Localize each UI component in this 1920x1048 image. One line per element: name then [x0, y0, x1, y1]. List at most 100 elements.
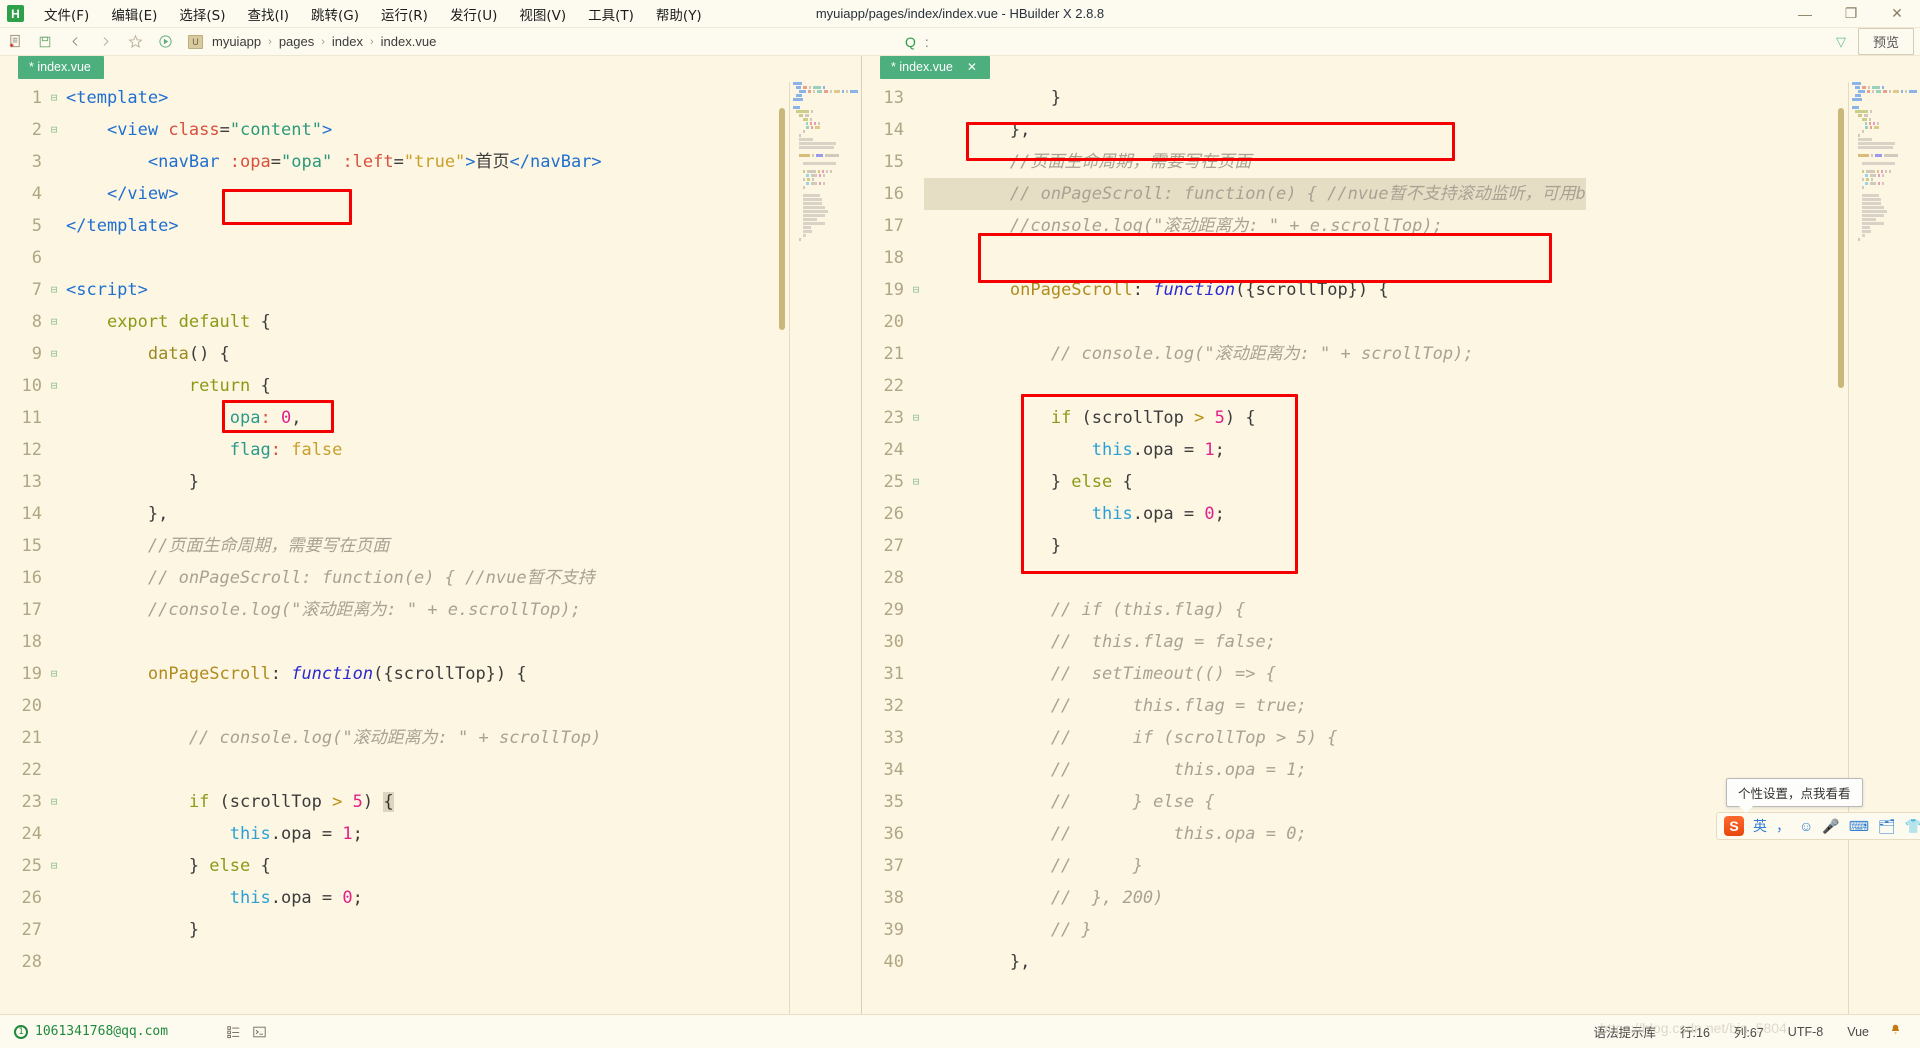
code-line[interactable]: 11 opa: 0, — [0, 402, 861, 434]
code-line[interactable]: 24 this.opa = 1; — [862, 434, 1920, 466]
syntax-library-cell[interactable]: 语法提示库 — [1582, 1020, 1669, 1043]
notification-bell-icon[interactable] — [1881, 1023, 1910, 1040]
menu-find[interactable]: 查找(I) — [237, 0, 301, 28]
code-line[interactable]: 18 — [0, 626, 861, 658]
code-line[interactable]: 31 // setTimeout(() => { — [862, 658, 1920, 690]
fold-toggle-icon[interactable]: ⊟ — [46, 306, 62, 338]
breadcrumb-item-2[interactable]: index — [329, 33, 366, 50]
filter-icon[interactable]: ▽ — [1830, 32, 1852, 52]
fold-toggle-icon[interactable]: ⊟ — [46, 274, 62, 306]
code-line[interactable]: 38 // }, 200) — [862, 882, 1920, 914]
new-file-icon[interactable] — [0, 29, 30, 55]
code-line[interactable]: 20 — [862, 306, 1920, 338]
sogou-logo-icon[interactable]: S — [1724, 816, 1744, 836]
fold-toggle-icon[interactable]: ⊟ — [46, 370, 62, 402]
code-line[interactable]: 14 }, — [862, 114, 1920, 146]
language-indicator[interactable]: Vue — [1835, 1023, 1881, 1041]
code-line[interactable]: 19 ⊟ onPageScroll: function({scrollTop}) … — [862, 274, 1920, 306]
tab-index-vue-right[interactable]: * index.vue ✕ — [880, 56, 990, 79]
code-line[interactable]: 18 — [862, 242, 1920, 274]
back-icon[interactable] — [60, 29, 90, 55]
search-icon[interactable]: Q — [905, 34, 916, 50]
run-icon[interactable] — [150, 29, 180, 55]
code-line[interactable]: 13 } — [862, 82, 1920, 114]
code-line[interactable]: 27 } — [862, 530, 1920, 562]
fold-toggle-icon[interactable]: ⊟ — [46, 82, 62, 114]
fold-toggle-icon[interactable]: ⊟ — [46, 658, 62, 690]
fold-toggle-icon[interactable]: ⊟ — [908, 402, 924, 434]
menu-help[interactable]: 帮助(Y) — [645, 0, 713, 28]
menu-edit[interactable]: 编辑(E) — [100, 0, 168, 28]
code-line[interactable]: 22 — [0, 754, 861, 786]
code-line[interactable]: 15 //页面生命周期，需要写在页面 — [862, 146, 1920, 178]
tab-close-icon[interactable]: ✕ — [967, 60, 977, 74]
code-line[interactable]: 14 }, — [0, 498, 861, 530]
code-line[interactable]: 23 ⊟ if (scrollTop > 5) { — [0, 786, 861, 818]
breadcrumb-item-0[interactable]: myuiapp — [209, 33, 264, 50]
code-line[interactable]: 23 ⊟ if (scrollTop > 5) { — [862, 402, 1920, 434]
code-line[interactable]: 39 // } — [862, 914, 1920, 946]
code-line[interactable]: 33 // if (scrollTop > 5) { — [862, 722, 1920, 754]
code-line[interactable]: 4 </view> — [0, 178, 861, 210]
menu-run[interactable]: 运行(R) — [370, 0, 439, 28]
code-line[interactable]: 22 — [862, 370, 1920, 402]
menu-select[interactable]: 选择(S) — [168, 0, 236, 28]
code-line[interactable]: 28 — [862, 562, 1920, 594]
code-line[interactable]: 37 // } — [862, 850, 1920, 882]
fold-toggle-icon[interactable]: ⊟ — [908, 274, 924, 306]
minimap-right[interactable] — [1848, 82, 1920, 1014]
encoding-indicator[interactable]: UTF-8 — [1776, 1023, 1835, 1041]
ime-tooltip[interactable]: 个性设置，点我看看 — [1726, 778, 1863, 813]
code-line[interactable]: 17 //console.log("滚动距离为: " + e.scrollTop… — [862, 210, 1920, 242]
code-line[interactable]: 13 } — [0, 466, 861, 498]
ime-emoji-icon[interactable]: ☺ — [1799, 818, 1813, 834]
code-line[interactable]: 30 // this.flag = false; — [862, 626, 1920, 658]
breadcrumb-item-3[interactable]: index.vue — [378, 33, 440, 50]
code-line[interactable]: 20 — [0, 690, 861, 722]
code-line[interactable]: 5 </template> — [0, 210, 861, 242]
menu-file[interactable]: 文件(F) — [33, 0, 100, 28]
code-line[interactable]: 27 } — [0, 914, 861, 946]
code-line[interactable]: 32 // this.flag = true; — [862, 690, 1920, 722]
menu-tools[interactable]: 工具(T) — [577, 0, 645, 28]
code-line[interactable]: 28 — [0, 946, 861, 978]
code-line[interactable]: 25 ⊟ } else { — [0, 850, 861, 882]
menu-goto[interactable]: 跳转(G) — [300, 0, 370, 28]
fold-toggle-icon[interactable]: ⊟ — [46, 850, 62, 882]
forward-icon[interactable] — [90, 29, 120, 55]
tab-index-vue-left[interactable]: * index.vue — [18, 56, 104, 79]
fold-toggle-icon[interactable]: ⊟ — [46, 786, 62, 818]
preview-button[interactable]: 预览 — [1857, 28, 1914, 55]
column-indicator[interactable]: 列:67 — [1722, 1020, 1776, 1043]
code-line[interactable]: 1 ⊟ <template> — [0, 82, 861, 114]
menu-view[interactable]: 视图(V) — [508, 0, 577, 28]
breadcrumb-item-1[interactable]: pages — [276, 33, 317, 50]
ime-keyboard-icon[interactable]: ⌨ — [1849, 818, 1869, 835]
code-line[interactable]: 29 // if (this.flag) { — [862, 594, 1920, 626]
code-editor-right[interactable]: 13 } 14 }, 15 //页面生命周期，需要写在页面 16 // onPageS… — [862, 82, 1920, 1014]
close-icon[interactable]: ✕ — [1874, 0, 1920, 28]
code-line[interactable]: 26 this.opa = 0; — [0, 882, 861, 914]
ime-punctuation-icon[interactable]: ， — [1776, 816, 1790, 836]
code-line[interactable]: 16 // onPageScroll: function(e) { //nvue… — [0, 562, 861, 594]
code-editor-left[interactable]: 1 ⊟ <template> 2 ⊟ <view class="content"> 3 <… — [0, 82, 861, 1014]
menu-publish[interactable]: 发行(U) — [439, 0, 508, 28]
code-line[interactable]: 7 ⊟ <script> — [0, 274, 861, 306]
fold-toggle-icon[interactable]: ⊟ — [46, 114, 62, 146]
code-line[interactable]: 25 ⊟ } else { — [862, 466, 1920, 498]
code-line[interactable]: 24 this.opa = 1; — [0, 818, 861, 850]
outline-icon[interactable] — [220, 1022, 246, 1042]
line-indicator[interactable]: 行:16 — [1668, 1020, 1722, 1043]
save-icon[interactable] — [30, 29, 60, 55]
code-line[interactable]: 15 //页面生命周期，需要写在页面 — [0, 530, 861, 562]
code-line[interactable]: 12 flag: false — [0, 434, 861, 466]
code-line[interactable]: 26 this.opa = 0; — [862, 498, 1920, 530]
code-line[interactable]: 17 //console.log("滚动距离为: " + e.scrollTop… — [0, 594, 861, 626]
search-box[interactable]: Q : — [905, 34, 929, 50]
ime-skin-icon[interactable]: 👕 — [1905, 818, 1920, 835]
code-line[interactable]: 6 — [0, 242, 861, 274]
fold-toggle-icon[interactable]: ⊟ — [46, 338, 62, 370]
code-line[interactable]: 8 ⊟ export default { — [0, 306, 861, 338]
code-line[interactable]: 16 // onPageScroll: function(e) { //nvue… — [862, 178, 1920, 210]
ime-voice-icon[interactable]: 🎤 — [1822, 818, 1839, 835]
